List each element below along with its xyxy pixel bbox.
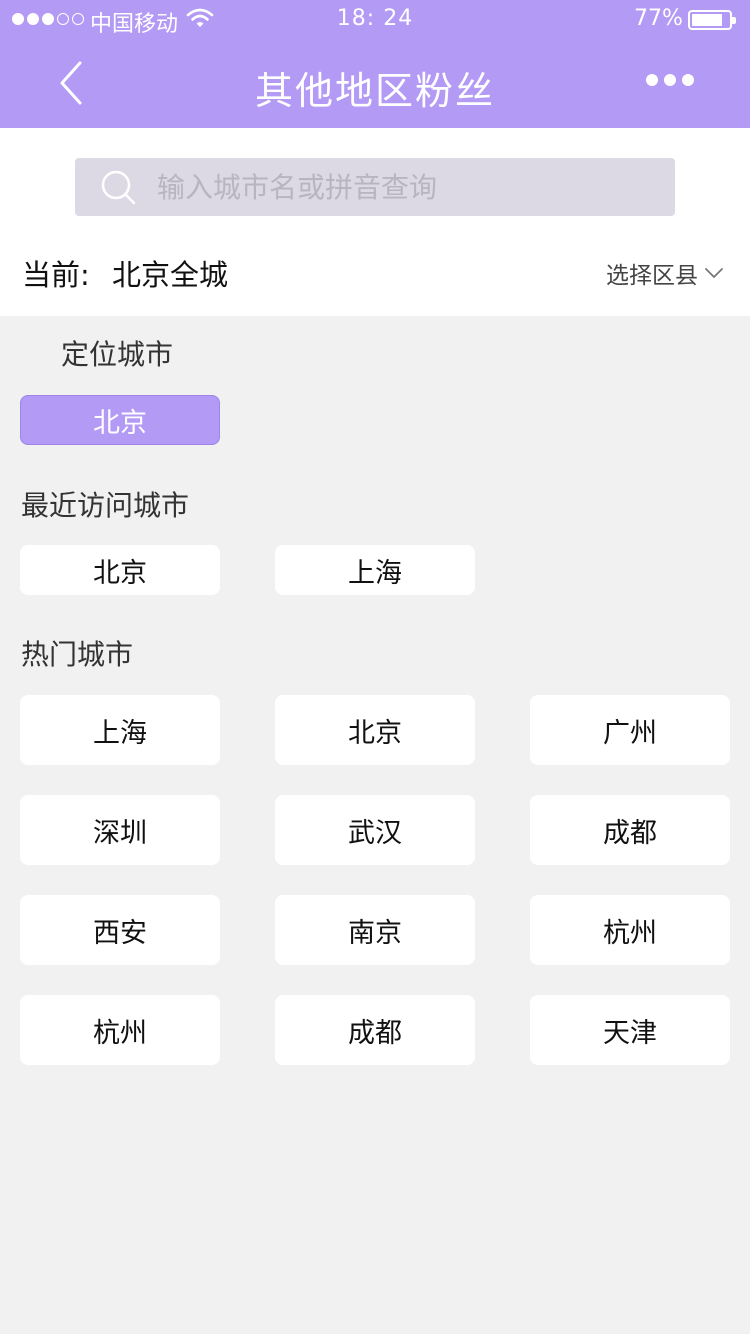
top-panel: 当前: 北京全城 选择区县 (0, 128, 750, 316)
hot-city-button[interactable]: 杭州 (20, 995, 220, 1065)
hot-city-button[interactable]: 成都 (275, 995, 475, 1065)
search-icon (101, 170, 136, 205)
current-label: 当前: (22, 258, 90, 292)
chevron-down-icon (705, 268, 723, 278)
hot-city-button[interactable]: 杭州 (530, 895, 730, 965)
nav-bar: 其他地区粉丝 (0, 40, 750, 128)
more-dots-icon[interactable] (646, 74, 694, 86)
hot-city-button[interactable]: 深圳 (20, 795, 220, 865)
header: 中国移动 18: 24 77% 其他地区粉丝 (0, 0, 750, 128)
search-box[interactable] (75, 158, 675, 216)
district-select[interactable]: 选择区县 (606, 256, 724, 290)
hot-city-button[interactable]: 北京 (275, 695, 475, 765)
hot-city-button[interactable]: 成都 (530, 795, 730, 865)
battery-percent: 77% (634, 6, 683, 31)
located-section-title: 定位城市 (61, 338, 174, 371)
current-city: 北京全城 (112, 258, 229, 292)
recent-city-button[interactable]: 上海 (275, 545, 475, 595)
recent-city-button[interactable]: 北京 (20, 545, 220, 595)
district-select-label: 选择区县 (606, 263, 698, 289)
search-input[interactable] (157, 166, 657, 208)
hot-city-button[interactable]: 西安 (20, 895, 220, 965)
located-city-button[interactable]: 北京 (20, 395, 220, 445)
hot-city-button[interactable]: 上海 (20, 695, 220, 765)
hot-city-button[interactable]: 广州 (530, 695, 730, 765)
hot-city-button[interactable]: 武汉 (275, 795, 475, 865)
recent-section-title: 最近访问城市 (21, 489, 190, 522)
status-bar: 中国移动 18: 24 77% (0, 0, 750, 40)
page-title: 其他地区粉丝 (254, 69, 495, 113)
hot-city-button[interactable]: 天津 (530, 995, 730, 1065)
hot-city-button[interactable]: 南京 (275, 895, 475, 965)
battery-icon (688, 10, 736, 30)
hot-section-title: 热门城市 (21, 638, 134, 671)
